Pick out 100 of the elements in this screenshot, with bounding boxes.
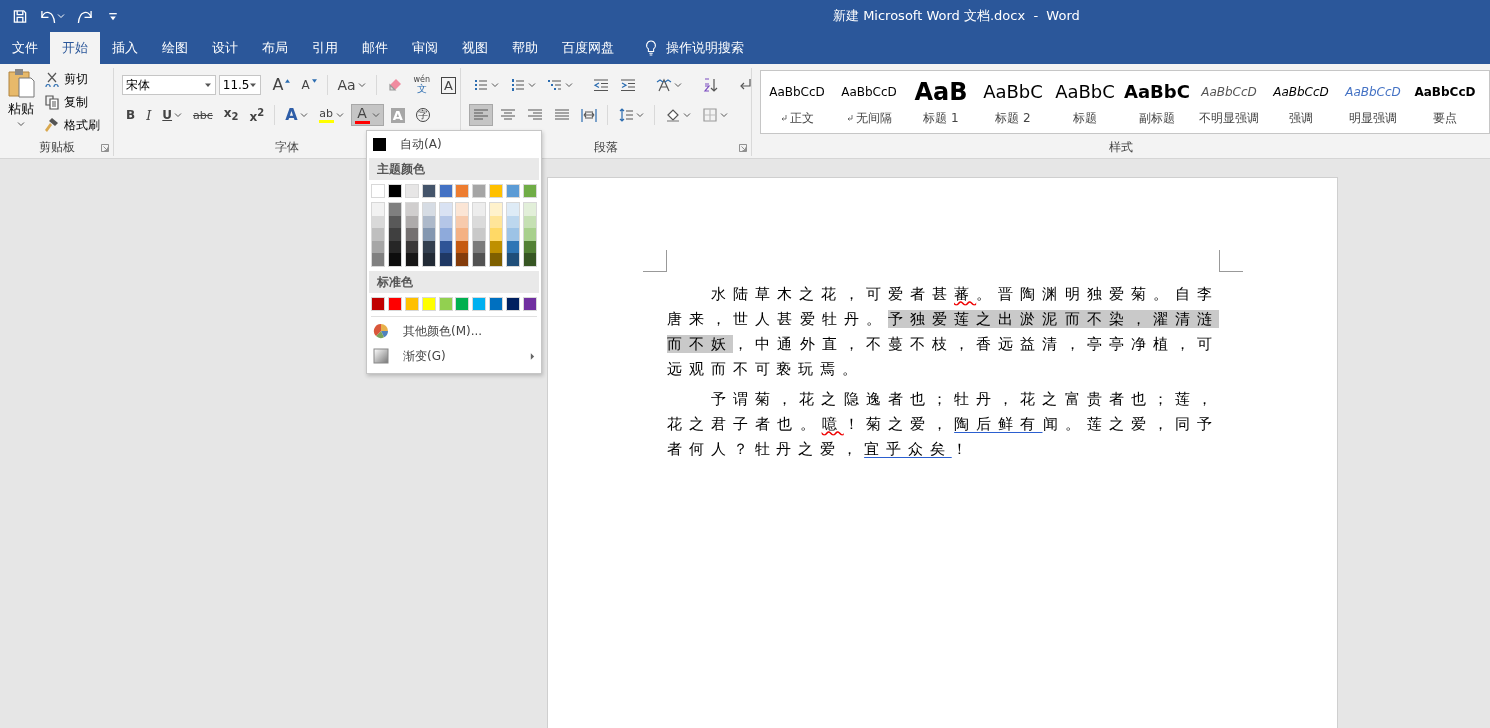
- style-item[interactable]: AaBbC 标题: [1049, 71, 1121, 133]
- color-swatch[interactable]: [506, 184, 520, 198]
- color-swatch[interactable]: [522, 296, 537, 311]
- style-item[interactable]: AaBbCcD 强调: [1265, 71, 1337, 133]
- phonetic-guide-button[interactable]: wén 文: [409, 74, 435, 96]
- more-colors-item[interactable]: 其他颜色(M)...: [367, 318, 541, 344]
- color-swatch[interactable]: [371, 184, 385, 198]
- color-swatch[interactable]: [473, 228, 486, 241]
- ribbon-tab[interactable]: 百度网盘: [550, 32, 626, 64]
- superscript-button[interactable]: x$^{2}$: [245, 104, 269, 126]
- color-swatch[interactable]: [507, 228, 519, 241]
- italic-button[interactable]: I: [142, 104, 156, 126]
- color-swatch[interactable]: [439, 228, 452, 241]
- color-swatch[interactable]: [438, 296, 453, 311]
- color-swatch[interactable]: [490, 203, 503, 216]
- ribbon-tab[interactable]: 布局: [250, 32, 300, 64]
- color-swatch[interactable]: [473, 253, 486, 266]
- color-swatch[interactable]: [421, 296, 436, 311]
- color-swatch[interactable]: [472, 296, 487, 311]
- color-swatch[interactable]: [405, 228, 418, 241]
- text-effects-button[interactable]: A: [281, 104, 312, 126]
- color-swatch[interactable]: [388, 253, 401, 266]
- shrink-font-button[interactable]: A: [297, 74, 321, 96]
- color-swatch[interactable]: [472, 184, 487, 198]
- style-item[interactable]: AaBbC 标题 2: [977, 71, 1049, 133]
- color-swatch[interactable]: [522, 184, 537, 198]
- ribbon-tab[interactable]: 帮助: [500, 32, 550, 64]
- color-swatch[interactable]: [507, 203, 519, 216]
- copy-button[interactable]: 复制: [42, 91, 102, 113]
- color-swatch[interactable]: [404, 296, 419, 311]
- color-swatch[interactable]: [490, 253, 503, 266]
- color-swatch[interactable]: [372, 203, 384, 216]
- color-swatch[interactable]: [455, 184, 470, 198]
- underline-button[interactable]: U: [158, 104, 187, 126]
- font-size-field[interactable]: 11.5: [218, 75, 262, 95]
- color-swatch[interactable]: [490, 228, 503, 241]
- paste-button[interactable]: 粘贴: [4, 68, 38, 138]
- font-color-button[interactable]: A: [350, 104, 384, 126]
- color-swatch[interactable]: [489, 184, 504, 198]
- ribbon-tab[interactable]: 插入: [100, 32, 150, 64]
- cut-button[interactable]: 剪切: [42, 68, 102, 90]
- color-swatch[interactable]: [372, 253, 384, 266]
- color-swatch[interactable]: [523, 228, 536, 241]
- color-swatch[interactable]: [388, 203, 401, 216]
- subscript-button[interactable]: x$_{2}$: [219, 104, 243, 126]
- ribbon-tab[interactable]: 引用: [300, 32, 350, 64]
- ribbon-tab[interactable]: 视图: [450, 32, 500, 64]
- change-case-button[interactable]: Aa: [333, 74, 370, 96]
- color-swatch[interactable]: [404, 184, 419, 198]
- ribbon-tab[interactable]: 绘图: [150, 32, 200, 64]
- bold-button[interactable]: B: [122, 104, 140, 126]
- color-swatch[interactable]: [456, 253, 469, 266]
- tell-me-search[interactable]: 操作说明搜索: [644, 32, 744, 64]
- dialog-launcher-icon[interactable]: [739, 144, 747, 152]
- ribbon-tab[interactable]: 邮件: [350, 32, 400, 64]
- style-item[interactable]: AaBbCcD 不明显强调: [1193, 71, 1265, 133]
- style-item[interactable]: AaBbCcD 正文: [761, 71, 833, 133]
- style-item[interactable]: AaBbC 副标题: [1121, 71, 1193, 133]
- color-swatch[interactable]: [506, 296, 520, 311]
- ribbon-tab[interactable]: 设计: [200, 32, 250, 64]
- dialog-launcher-icon[interactable]: [101, 144, 109, 152]
- color-swatch[interactable]: [372, 228, 384, 241]
- strikethrough-button[interactable]: abc: [189, 104, 217, 126]
- style-item[interactable]: AaBbCcD 无间隔: [833, 71, 905, 133]
- color-swatch[interactable]: [523, 203, 536, 216]
- color-swatch[interactable]: [405, 253, 418, 266]
- style-item[interactable]: AaBbCcD 明显强调: [1337, 71, 1409, 133]
- highlight-button[interactable]: ab: [314, 104, 348, 126]
- ribbon-tab[interactable]: 开始: [50, 32, 100, 64]
- color-swatch[interactable]: [371, 296, 385, 311]
- color-swatch[interactable]: [456, 228, 469, 241]
- enclose-character-button[interactable]: 字: [411, 104, 434, 126]
- color-swatch[interactable]: [473, 203, 486, 216]
- color-swatch[interactable]: [387, 184, 402, 198]
- align-left-button[interactable]: [469, 104, 493, 126]
- color-swatch[interactable]: [422, 228, 435, 241]
- color-swatch[interactable]: [523, 253, 536, 266]
- color-swatch[interactable]: [456, 203, 469, 216]
- color-swatch[interactable]: [422, 253, 435, 266]
- ribbon-tab[interactable]: 文件: [0, 32, 50, 64]
- color-swatch[interactable]: [388, 228, 401, 241]
- color-swatch[interactable]: [455, 296, 470, 311]
- color-swatch[interactable]: [507, 253, 519, 266]
- color-swatch[interactable]: [405, 203, 418, 216]
- font-name-field[interactable]: 宋体: [122, 75, 216, 95]
- grow-font-button[interactable]: A: [268, 74, 295, 96]
- color-swatch[interactable]: [489, 296, 504, 311]
- color-swatch[interactable]: [439, 203, 452, 216]
- color-swatch[interactable]: [422, 203, 435, 216]
- color-swatch[interactable]: [439, 253, 452, 266]
- color-swatch[interactable]: [421, 184, 436, 198]
- caret-icon: [335, 111, 344, 119]
- ribbon-tab[interactable]: 审阅: [400, 32, 450, 64]
- format-painter-button[interactable]: 格式刷: [42, 114, 102, 136]
- style-item[interactable]: AaB 标题 1: [905, 71, 977, 133]
- color-swatch[interactable]: [387, 296, 402, 311]
- gradient-item[interactable]: 渐变(G): [367, 343, 541, 369]
- automatic-color-item[interactable]: 自动(A): [367, 132, 541, 157]
- color-swatch[interactable]: [438, 184, 453, 198]
- style-item[interactable]: AaBbCcD 要点: [1409, 71, 1481, 133]
